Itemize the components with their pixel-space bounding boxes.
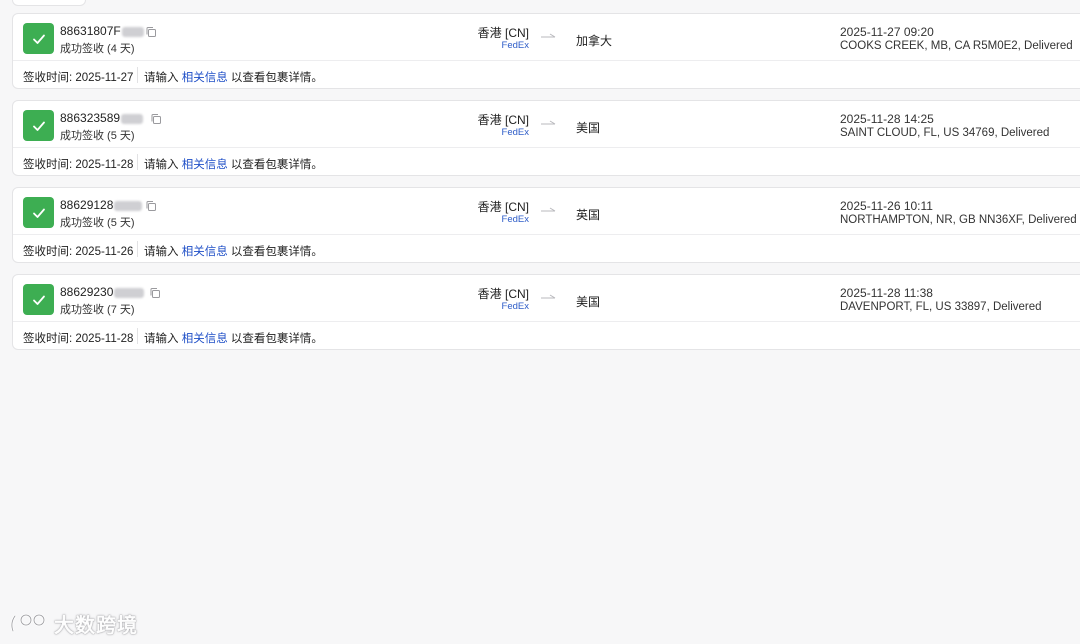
latest-event-description: NORTHAMPTON, NR, GB NN36XF, Delivered xyxy=(840,214,1077,226)
route-arrow-icon xyxy=(541,120,556,125)
shipment-card: 88629230 成功签收 (7 天) 香港 [CN] FedEx 美国 202… xyxy=(12,274,1080,350)
route-arrow-icon xyxy=(541,207,556,212)
origin-country: 香港 [CN] xyxy=(477,113,529,127)
redacted-mask xyxy=(114,287,145,298)
route-arrow-icon xyxy=(541,33,556,38)
signed-time: 签收时间: 2025-11-28 xyxy=(23,333,134,345)
carrier-name[interactable]: FedEx xyxy=(478,301,529,313)
related-info-link[interactable]: 相关信息 xyxy=(182,333,228,345)
details-hint: 请输入 相关信息 以查看包裹详情。 xyxy=(144,159,323,171)
latest-event-time: 2025-11-27 09:20 xyxy=(840,25,934,39)
latest-event-time: 2025-11-26 10:11 xyxy=(840,199,933,213)
carrier-name[interactable]: FedEx xyxy=(478,40,529,52)
copy-icon[interactable] xyxy=(145,26,157,38)
origin-block: 香港 [CN] FedEx xyxy=(478,201,529,226)
watermark-text: 大数跨境 xyxy=(54,615,138,637)
carrier-name[interactable]: FedEx xyxy=(478,127,529,139)
origin-country: 香港 [CN] xyxy=(477,287,529,301)
related-info-link[interactable]: 相关信息 xyxy=(182,159,228,171)
delivered-check-icon[interactable] xyxy=(23,110,54,141)
redacted-mask xyxy=(114,200,143,211)
previous-card-edge xyxy=(12,0,86,6)
delivered-check-icon[interactable] xyxy=(23,284,54,315)
redacted-mask xyxy=(121,113,144,124)
shipment-card: 88631807F 成功签收 (4 天) 香港 [CN] FedEx 加拿大 2… xyxy=(12,13,1080,89)
signed-time: 签收时间: 2025-11-26 xyxy=(23,246,134,258)
related-info-link[interactable]: 相关信息 xyxy=(182,246,228,258)
details-hint: 请输入 相关信息 以查看包裹详情。 xyxy=(144,72,323,84)
route-arrow-icon xyxy=(541,294,556,299)
divider xyxy=(137,154,138,170)
latest-event-time: 2025-11-28 11:38 xyxy=(840,286,933,300)
delivery-status: 成功签收 (7 天) xyxy=(60,304,135,316)
redacted-mask xyxy=(121,26,144,37)
tracking-number: 88629128 xyxy=(60,198,143,212)
shipment-card: 88629128 成功签收 (5 天) 香港 [CN] FedEx 英国 202… xyxy=(12,187,1080,263)
carrier-name[interactable]: FedEx xyxy=(478,214,529,226)
tracking-number: 88629230 xyxy=(60,285,145,299)
delivery-status: 成功签收 (4 天) xyxy=(60,43,135,55)
signed-time: 签收时间: 2025-11-28 xyxy=(23,159,134,171)
origin-country: 香港 [CN] xyxy=(477,26,529,40)
divider xyxy=(137,67,138,83)
delivered-check-icon[interactable] xyxy=(23,23,54,54)
tracking-number: 88631807F xyxy=(60,24,144,38)
tracking-number: 886323589 xyxy=(60,111,144,125)
destination-country: 美国 xyxy=(576,295,601,309)
origin-block: 香港 [CN] FedEx xyxy=(478,288,529,313)
watermark: 大数跨境 xyxy=(8,609,138,638)
latest-event-description: SAINT CLOUD, FL, US 34769, Delivered xyxy=(840,127,1050,139)
delivery-status: 成功签收 (5 天) xyxy=(60,130,135,142)
latest-event-description: COOKS CREEK, MB, CA R5M0E2, Delivered xyxy=(840,40,1073,52)
origin-country: 香港 [CN] xyxy=(477,200,529,214)
signed-time: 签收时间: 2025-11-27 xyxy=(23,72,134,84)
origin-block: 香港 [CN] FedEx xyxy=(478,27,529,52)
destination-country: 加拿大 xyxy=(576,34,613,48)
copy-icon[interactable] xyxy=(150,113,162,125)
details-hint: 请输入 相关信息 以查看包裹详情。 xyxy=(144,333,323,345)
delivered-check-icon[interactable] xyxy=(23,197,54,228)
copy-icon[interactable] xyxy=(149,287,161,299)
related-info-link[interactable]: 相关信息 xyxy=(182,72,228,84)
latest-event-description: DAVENPORT, FL, US 33897, Delivered xyxy=(840,301,1042,313)
latest-event-time: 2025-11-28 14:25 xyxy=(840,112,934,126)
shipment-card: 886323589 成功签收 (5 天) 香港 [CN] FedEx 美国 20… xyxy=(12,100,1080,176)
divider xyxy=(137,328,138,344)
divider xyxy=(137,241,138,257)
origin-block: 香港 [CN] FedEx xyxy=(478,114,529,139)
copy-icon[interactable] xyxy=(145,200,157,212)
delivery-status: 成功签收 (5 天) xyxy=(60,217,135,229)
details-hint: 请输入 相关信息 以查看包裹详情。 xyxy=(144,246,323,258)
destination-country: 美国 xyxy=(576,121,601,135)
destination-country: 英国 xyxy=(576,208,601,222)
watermark-logo-icon xyxy=(10,613,46,632)
